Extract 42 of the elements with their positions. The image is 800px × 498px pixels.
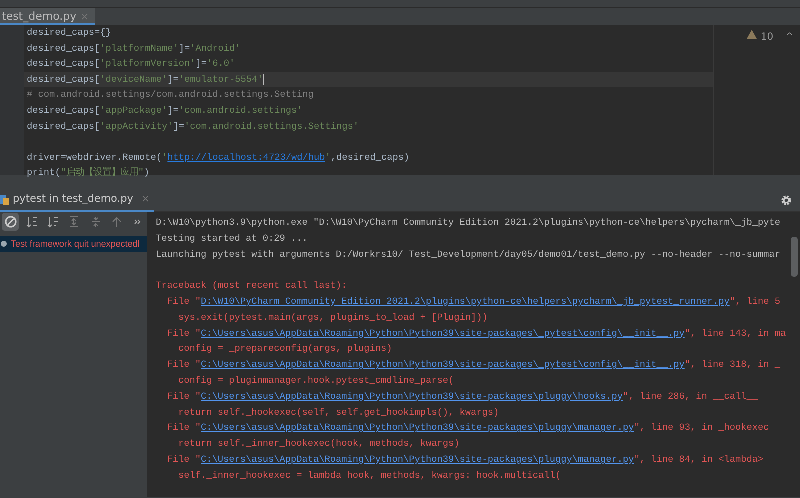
console-line: Testing started at 0:29 ... (156, 232, 308, 244)
python-file-icon (0, 194, 9, 206)
code-line: desired_caps['appPackage']='com.android.settings' (27, 104, 303, 116)
console-line: sys.exit(pytest.main(args, plugins_to_load + [Plugin])) (178, 312, 488, 323)
console-line: File "C:\Users\asus\AppData\Roaming\Python\Python39\site-packages\_pytest\config\__init__.py", line 318, in _ (166, 359, 780, 370)
code-line: desired_caps['deviceName']='emulator-5554' (27, 74, 264, 85)
file-link[interactable]: C:\Users\asus\AppData\Roaming\Python\Python39\site-packages\_pytest\config\__init__.py (201, 328, 685, 339)
code-line: print("启动【设置】应用") (27, 167, 150, 178)
console-line: Traceback (most recent call last): (156, 280, 348, 292)
file-link[interactable]: C:\Users\asus\AppData\Roaming\Python\Python39\site-packages\pluggy\manager.py (201, 454, 634, 465)
console-line: config = _prepareconfig(args, plugins) (178, 343, 392, 354)
editor-tab[interactable]: test_demo.py × (0, 8, 96, 25)
console-line: File "C:\Users\asus\AppData\Roaming\Python\Python39\site-packages\pluggy\manager.py", line 84, in <lambda> (166, 454, 764, 465)
file-link[interactable]: C:\Users\asus\AppData\Roaming\Python\Python39\site-packages\_pytest\config\__init__.py (201, 359, 685, 370)
console-line: return self._inner_hookexec(hook, methods, kwargs) (178, 438, 460, 450)
console-line: File "C:\Users\asus\AppData\Roaming\Python\Python39\site-packages\_pytest\config\__init__.py", line 143, in ma (166, 328, 786, 339)
console-line: config = pluginmanager.hook.pytest_cmdline_parse( (178, 374, 454, 386)
stop-icon[interactable] (2, 213, 20, 231)
file-link[interactable]: C:\Users\asus\AppData\Roaming\Python\Python39\site-packages\pluggy\manager.py (201, 422, 634, 434)
console-line: return self._hookexec(self, self.get_hookimpls(), kwargs) (178, 406, 500, 418)
settings-icon[interactable] (781, 195, 792, 206)
code-line: desired_caps['appActivity']='com.android.settings.Settings' (27, 120, 359, 132)
file-link[interactable]: D:\W10\PyCharm Community Edition 2021.2\plugins\python-ce\helpers\pycharm\_jb_pytest_runner.py (201, 296, 730, 307)
test-tree-item[interactable]: Test framework quit unexpectedl (0, 236, 147, 252)
text-cursor (263, 74, 264, 85)
console-line: self._inner_hookexec = lambda hook, methods, kwargs: hook.multicall( (178, 470, 562, 481)
status-dot-icon (1, 241, 7, 247)
code-comment: # com.android.settings/com.android.settings.Setting (27, 89, 314, 100)
warning-icon (746, 30, 757, 39)
code-line: desired_caps['platformName']='Android' (27, 42, 241, 54)
console-line: File "D:\W10\PyCharm Community Edition 2021.2\plugins\python-ce\helpers\pycharm\_jb_pytest_runner.py", line 5 (166, 296, 780, 307)
code-line: desired_caps={} (27, 27, 112, 38)
file-link[interactable]: C:\Users\asus\AppData\Roaming\Python\Python39\site-packages\pluggy\hooks.py (201, 390, 623, 402)
warning-count[interactable]: 10 (760, 30, 774, 45)
scrollbar[interactable] (791, 237, 798, 277)
console-line: Launching pytest with arguments D:/Workrs10/ Test_Development/day05/demo01/test_demo.py --no-header --no-summar (156, 248, 780, 260)
chevron-up-icon[interactable]: ^ (786, 30, 794, 45)
code-line: desired_caps['platformVersion']='6.0' (27, 58, 236, 70)
code-line: driver=webdriver.Remote('http://localhost:4723/wd/hub',desired_caps) (27, 152, 410, 163)
console-line: File "C:\Users\asus\AppData\Roaming\Python\Python39\site-packages\pluggy\manager.py", line 93, in _hookexec (166, 422, 770, 434)
console-line: File "C:\Users\asus\AppData\Roaming\Python\Python39\site-packages\pluggy\hooks.py", line 286, in __call__ (166, 390, 758, 402)
console-line: D:\W10\python3.9\python.exe "D:\W10\PyCharm Community Edition 2021.2\plugins\python-ce\helpers\pycharm\_jb_pyte (156, 217, 780, 228)
